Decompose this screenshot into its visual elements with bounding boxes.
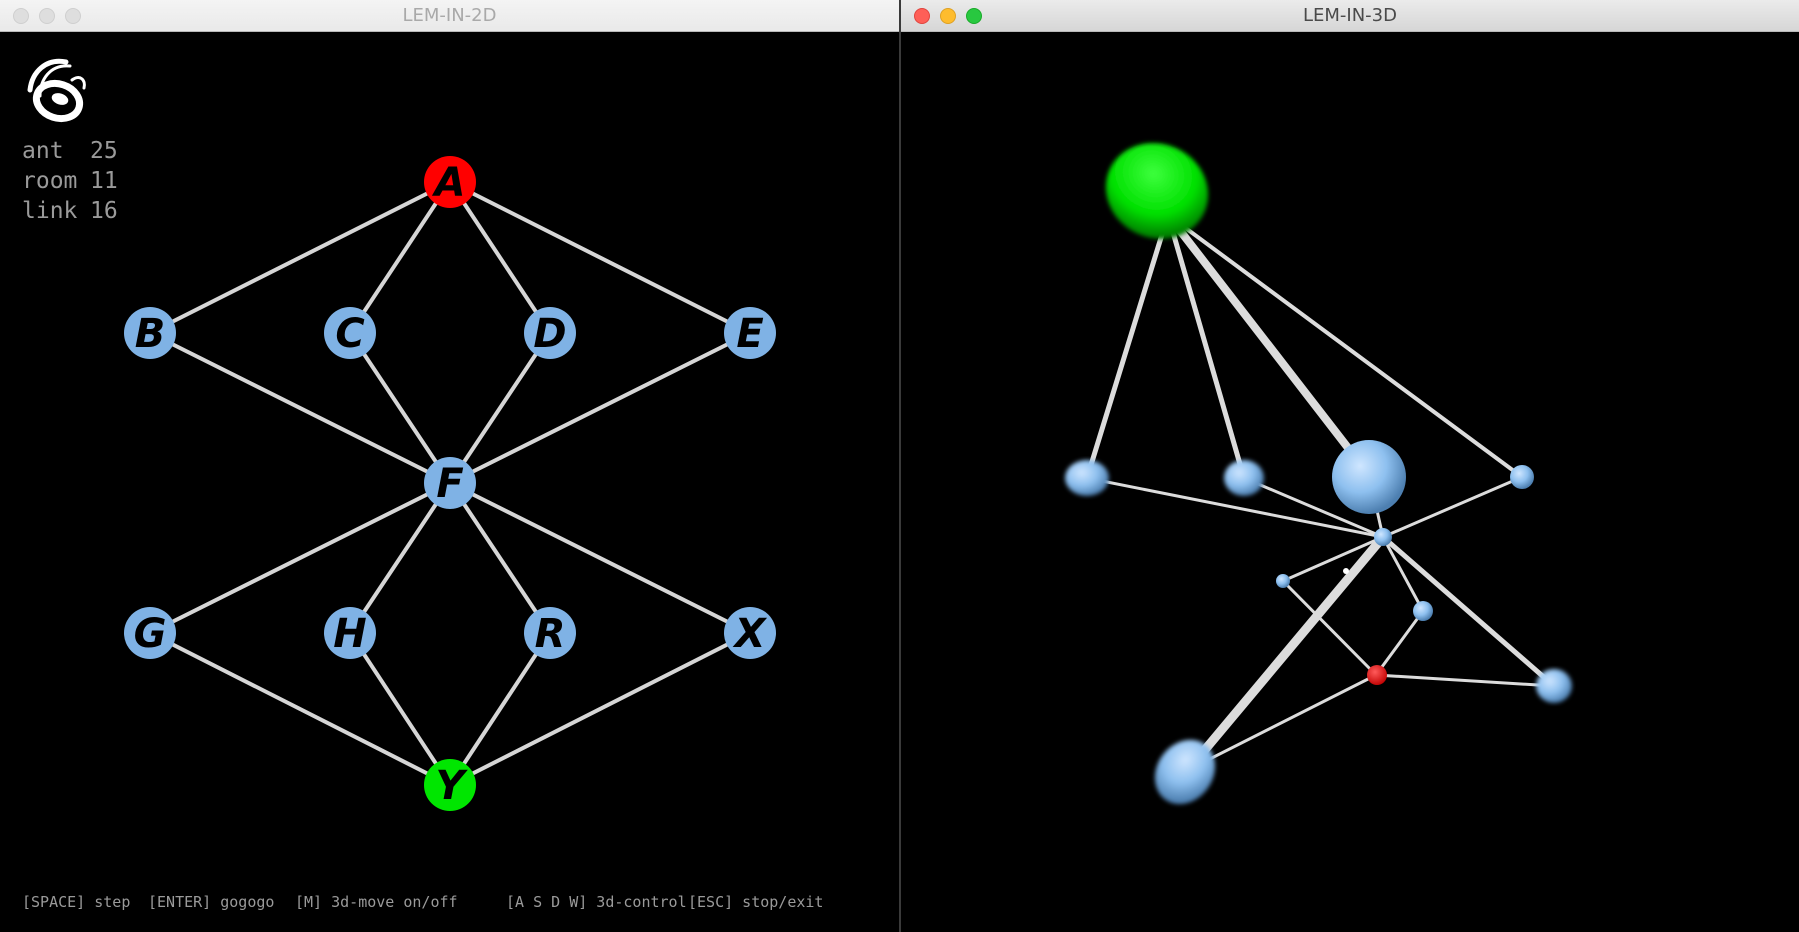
graph-2d: A B C D E F G H R X Y bbox=[27, 58, 776, 811]
help-control: [A S D W] 3d-control bbox=[506, 893, 687, 911]
room-label: H bbox=[333, 611, 366, 657]
room-label: G bbox=[134, 611, 167, 657]
link-F-X bbox=[449, 481, 751, 635]
link-X-Y bbox=[449, 631, 751, 787]
stats-panel: ant 25 room 11 link 16 bbox=[22, 136, 118, 226]
stat-value: 11 bbox=[90, 168, 118, 194]
link-3d bbox=[1380, 534, 1557, 689]
help-go: [ENTER] gogogo bbox=[148, 893, 275, 911]
room-3d[interactable] bbox=[1413, 601, 1433, 621]
link-E-F bbox=[449, 331, 751, 485]
ant-logo-icon bbox=[27, 58, 86, 123]
room-3d[interactable] bbox=[1343, 568, 1349, 574]
room-X[interactable]: X bbox=[724, 607, 776, 659]
help-move: [M] 3d-move on/off bbox=[295, 893, 458, 911]
links-3d bbox=[1084, 211, 1557, 775]
room-label: C bbox=[335, 311, 364, 357]
help-step: [SPACE] step bbox=[22, 893, 131, 911]
link-F-G bbox=[149, 481, 451, 635]
room-R[interactable]: R bbox=[524, 607, 576, 659]
room-3d[interactable] bbox=[1510, 465, 1534, 489]
link-3d bbox=[1374, 609, 1425, 677]
room-label: X bbox=[732, 611, 768, 657]
link-A-B bbox=[149, 180, 451, 335]
link-3d bbox=[1186, 673, 1378, 772]
stat-value: 16 bbox=[90, 198, 118, 224]
room-3d[interactable] bbox=[1332, 440, 1406, 514]
room-label: A bbox=[432, 160, 466, 206]
room-C[interactable]: C bbox=[324, 307, 376, 359]
room-D[interactable]: D bbox=[524, 307, 576, 359]
stat-value: 25 bbox=[90, 138, 118, 164]
room-label: F bbox=[436, 461, 463, 507]
room-label: Y bbox=[436, 763, 469, 809]
room-label: D bbox=[533, 311, 566, 357]
room-Y[interactable]: Y bbox=[424, 759, 476, 811]
room-3d[interactable] bbox=[1224, 460, 1264, 496]
room-label: R bbox=[535, 611, 566, 657]
stat-label: ant bbox=[22, 138, 64, 164]
link-G-Y bbox=[149, 631, 451, 787]
link-A-E bbox=[449, 180, 751, 335]
room-G[interactable]: G bbox=[124, 607, 176, 659]
room-label: E bbox=[736, 311, 763, 357]
stat-label: link bbox=[22, 198, 78, 224]
link-3d bbox=[1164, 211, 1373, 479]
stat-room: room 11 bbox=[22, 166, 118, 196]
room-A[interactable]: A bbox=[424, 156, 476, 208]
link-B-F bbox=[149, 331, 451, 485]
room-3d[interactable] bbox=[1276, 574, 1290, 588]
link-3d bbox=[1381, 535, 1425, 613]
room-H[interactable]: H bbox=[324, 607, 376, 659]
end-room-3d[interactable] bbox=[1367, 665, 1387, 685]
link-3d bbox=[1165, 212, 1247, 481]
room-label: B bbox=[135, 311, 166, 357]
stat-link: link 16 bbox=[22, 196, 118, 226]
room-E[interactable]: E bbox=[724, 307, 776, 359]
scene-3d[interactable] bbox=[901, 0, 1799, 932]
link-3d bbox=[1374, 673, 1556, 688]
room-3d[interactable] bbox=[1374, 528, 1392, 546]
link-C-F bbox=[348, 331, 452, 485]
window-3d: LEM-IN-3D bbox=[901, 0, 1799, 932]
rooms-3d bbox=[1065, 126, 1572, 805]
link-3d bbox=[1084, 212, 1171, 481]
rooms: A B C D E F G H R X Y bbox=[124, 156, 776, 811]
room-F[interactable]: F bbox=[424, 457, 476, 509]
stat-ant: ant 25 bbox=[22, 136, 118, 166]
room-B[interactable]: B bbox=[124, 307, 176, 359]
help-exit: [ESC] stop/exit bbox=[688, 893, 824, 911]
room-3d[interactable] bbox=[1065, 460, 1109, 496]
window-2d: LEM-IN-2D ABCDEFGHRXY ant 25 room 11 lin… bbox=[0, 0, 899, 932]
room-3d[interactable] bbox=[1536, 669, 1572, 703]
start-room-3d[interactable] bbox=[1090, 126, 1224, 255]
stat-label: room bbox=[22, 168, 78, 194]
